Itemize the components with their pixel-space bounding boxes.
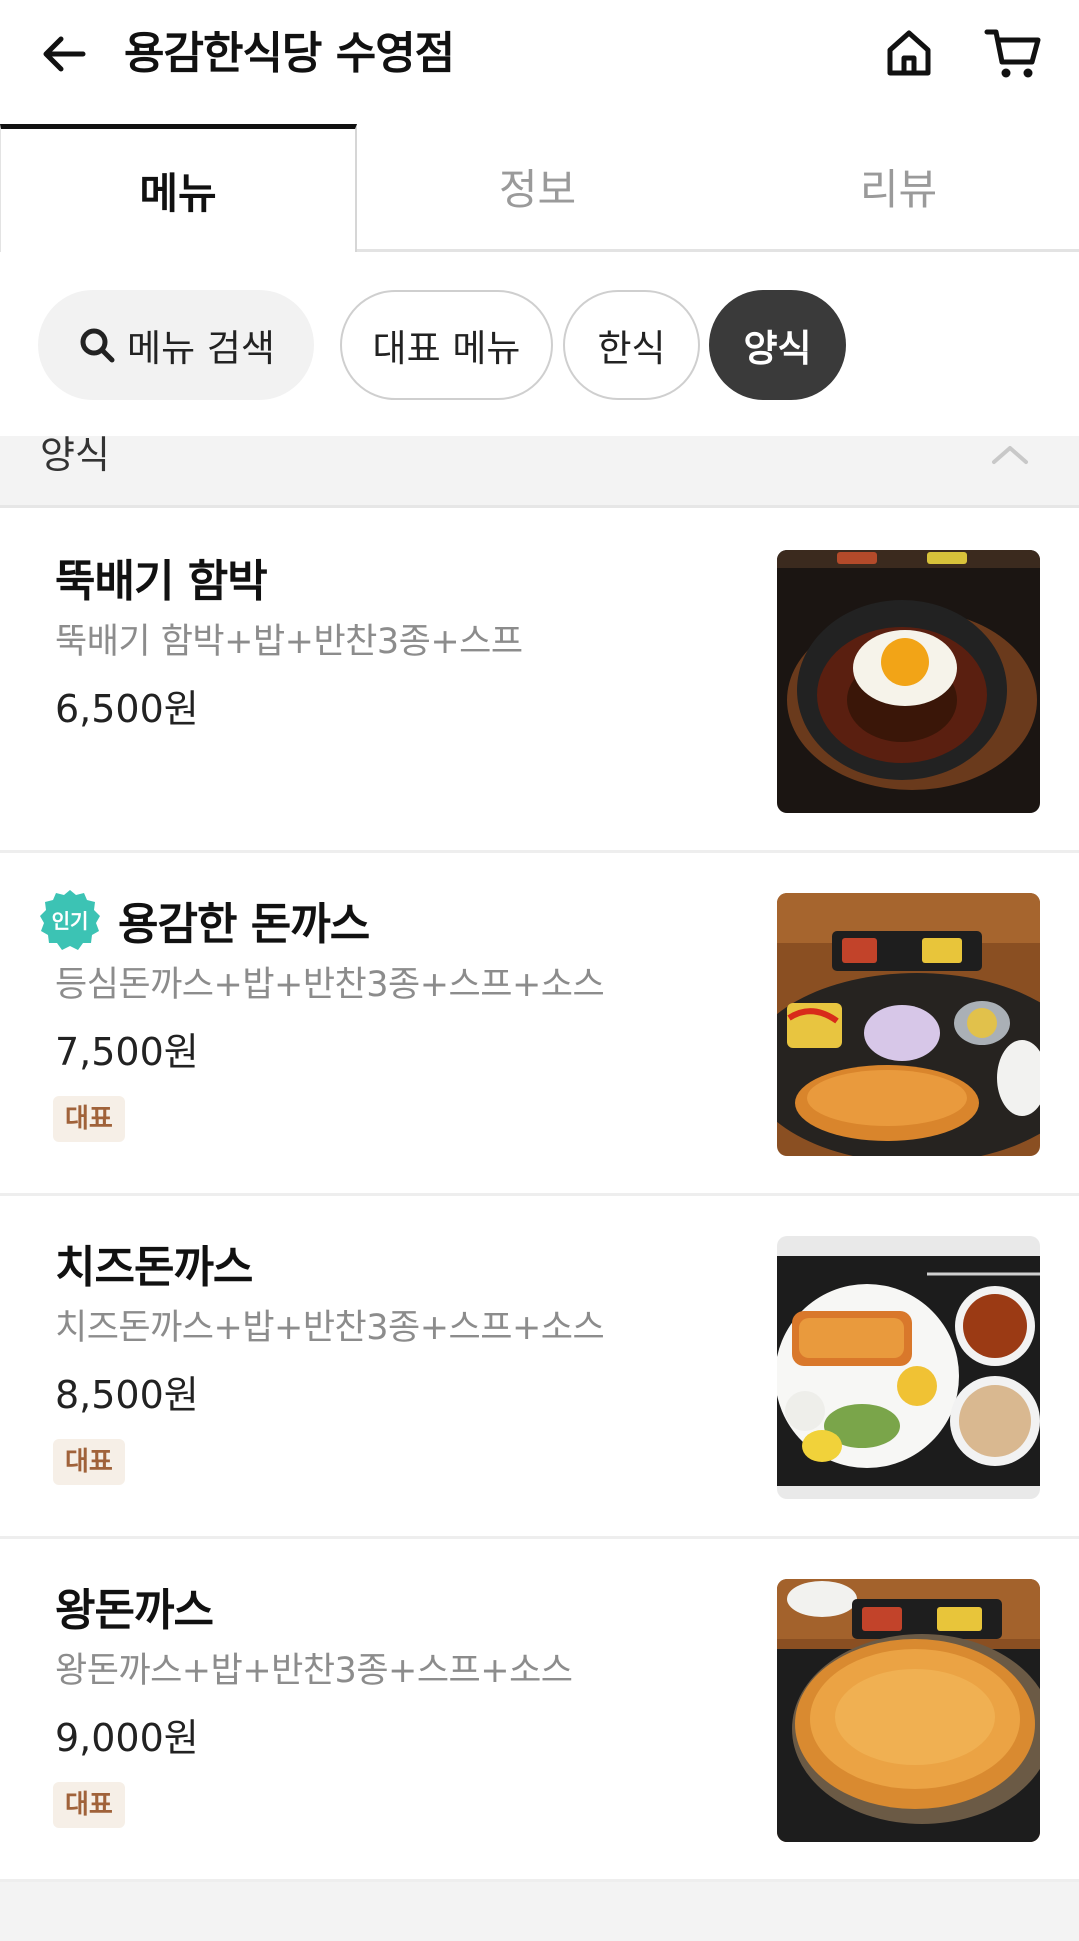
search-icon bbox=[80, 328, 115, 363]
menu-item-name: 왕돈까스 bbox=[55, 1585, 214, 1636]
signature-tag: 대표 bbox=[53, 1782, 125, 1828]
menu-item-price: 9,000원 bbox=[55, 1716, 199, 1760]
tab-label: 리뷰 bbox=[859, 165, 938, 214]
cart-button[interactable] bbox=[980, 20, 1046, 86]
chip-western[interactable]: 양식 bbox=[709, 290, 846, 400]
signature-tag: 대표 bbox=[53, 1439, 125, 1485]
chip-korean[interactable]: 한식 bbox=[563, 290, 700, 400]
tab-info[interactable]: 정보 bbox=[357, 124, 718, 249]
tab-review[interactable]: 리뷰 bbox=[718, 124, 1079, 249]
chip-signature-menu[interactable]: 대표 메뉴 bbox=[340, 290, 553, 400]
section-title: 양식 bbox=[40, 436, 110, 477]
cart-icon bbox=[984, 29, 1041, 78]
tab-label: 정보 bbox=[498, 165, 577, 214]
home-icon bbox=[887, 30, 931, 76]
popular-badge-label: 인기 bbox=[52, 909, 89, 933]
menu-item[interactable]: 치즈돈까스 치즈돈까스+밥+반찬3종+스프+소스 8,500원 대표 bbox=[0, 1196, 1079, 1539]
menu-item-desc: 왕돈까스+밥+반찬3종+스프+소스 bbox=[55, 1651, 573, 1691]
arrow-left-icon bbox=[43, 36, 86, 72]
app-header: 용감한식당 수영점 bbox=[0, 0, 1079, 110]
menu-item-desc: 등심돈까스+밥+반찬3종+스프+소스 bbox=[55, 965, 605, 1005]
page-title: 용감한식당 수영점 bbox=[124, 28, 455, 79]
menu-item-price: 6,500원 bbox=[55, 687, 199, 731]
menu-item[interactable]: 왕돈까스 왕돈까스+밥+반찬3종+스프+소스 9,000원 대표 bbox=[0, 1539, 1079, 1882]
menu-item-name: 치즈돈까스 bbox=[55, 1242, 253, 1293]
menu-item-desc: 치즈돈까스+밥+반찬3종+스프+소스 bbox=[55, 1308, 605, 1348]
menu-item-name: 뚝배기 함박 bbox=[55, 556, 268, 607]
chip-label: 한식 bbox=[597, 327, 666, 370]
tab-bar: 메뉴 정보 리뷰 bbox=[0, 124, 1079, 252]
back-button[interactable] bbox=[32, 22, 96, 86]
menu-item[interactable]: 인기 용감한 돈까스 등심돈까스+밥+반찬3종+스프+소스 7,500원 대표 bbox=[0, 853, 1079, 1196]
menu-item-photo bbox=[777, 1579, 1040, 1842]
bottom-spacer bbox=[0, 1882, 1079, 1941]
signature-tag: 대표 bbox=[53, 1096, 125, 1142]
menu-item-photo bbox=[777, 1236, 1040, 1499]
popular-badge-icon: 인기 bbox=[40, 890, 100, 950]
tab-menu[interactable]: 메뉴 bbox=[0, 124, 357, 252]
menu-item-photo bbox=[777, 893, 1040, 1156]
section-header[interactable]: 양식 bbox=[0, 436, 1079, 508]
menu-search-chip[interactable]: 메뉴 검색 bbox=[38, 290, 314, 400]
chevron-up-icon[interactable] bbox=[990, 436, 1030, 476]
menu-item-price: 7,500원 bbox=[55, 1030, 199, 1074]
menu-item-photo bbox=[777, 550, 1040, 813]
menu-item-desc: 뚝배기 함박+밥+반찬3종+스프 bbox=[55, 622, 523, 662]
home-button[interactable] bbox=[876, 20, 942, 86]
tab-label: 메뉴 bbox=[139, 169, 217, 218]
menu-item-name: 용감한 돈까스 bbox=[118, 899, 370, 950]
menu-search-label: 메뉴 검색 bbox=[127, 327, 275, 370]
menu-item-price: 8,500원 bbox=[55, 1373, 199, 1417]
menu-item[interactable]: 뚝배기 함박 뚝배기 함박+밥+반찬3종+스프 6,500원 bbox=[0, 510, 1079, 853]
chip-label: 양식 bbox=[743, 327, 812, 370]
chip-label: 대표 메뉴 bbox=[372, 327, 521, 370]
